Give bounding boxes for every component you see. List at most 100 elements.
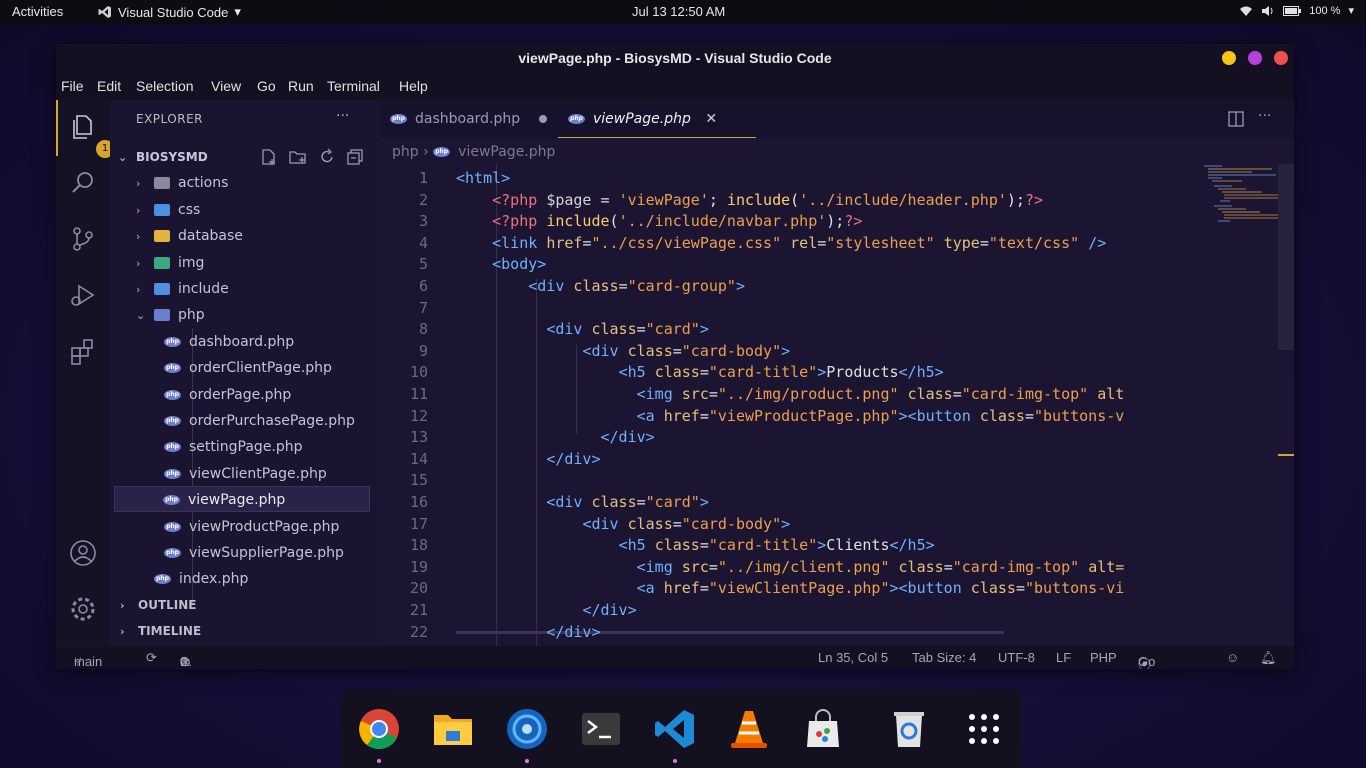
folder-css[interactable]: › css [136,197,200,223]
folder-img[interactable]: › img [136,250,204,276]
tab-viewpage[interactable]: php viewPage.php ✕ [558,100,756,138]
chrome-icon[interactable] [357,707,401,751]
maximize-button[interactable] [1248,51,1262,65]
app-name: Visual Studio Code [118,4,229,20]
vertical-scrollbar[interactable] [1278,164,1294,350]
folder-php[interactable]: ⌄ php [136,302,205,328]
chevron-right-icon: › [120,625,125,638]
line-number: 11 [409,385,428,403]
new-folder-icon[interactable] [288,148,308,166]
new-file-icon[interactable] [260,148,278,166]
menu-view[interactable]: View [211,78,241,94]
file-orderclientpage[interactable]: php orderClientPage.php [164,355,332,381]
trash-icon[interactable] [887,707,931,751]
php-file-icon: php [163,495,180,505]
account-icon[interactable] [68,538,98,568]
title-bar: viewPage.php - BiosysMD - Visual Studio … [56,44,1294,72]
feedback-icon[interactable]: ☺ [1226,650,1239,665]
include-folder-icon [154,283,170,295]
menu-edit[interactable]: Edit [97,78,121,94]
php-file-icon: php [433,147,451,157]
editor-more-icon[interactable]: ··· [1258,108,1271,124]
run-debug-icon[interactable] [68,280,98,310]
language-mode[interactable]: PHP [1090,650,1117,665]
file-viewpage-selected[interactable]: php viewPage.php [114,486,370,512]
chevron-right-icon: › [136,257,141,270]
menu-run[interactable]: Run [288,78,314,94]
file-viewproductpage[interactable]: php viewProductPage.php [164,514,339,540]
css-folder-icon [154,204,170,216]
folder-include[interactable]: › include [136,276,229,302]
end-of-line[interactable]: LF [1056,650,1071,665]
refresh-icon[interactable] [318,148,336,166]
collapse-all-icon[interactable] [346,148,364,166]
file-index[interactable]: php index.php [154,566,248,592]
explorer-icon[interactable]: 1 [68,112,114,158]
folder-label: include [178,281,229,297]
system-tray[interactable]: 100 % ▾ [1239,4,1354,17]
folder-database[interactable]: › database [136,223,243,249]
manage-gear-icon[interactable] [68,594,98,624]
php-file-icon: php [154,574,171,584]
chevron-right-icon: › [120,599,125,612]
branch-label: main [74,654,103,669]
activities-button[interactable]: Activities [12,4,63,19]
unsaved-dot-icon[interactable] [538,115,547,123]
line-number: 3 [418,212,428,230]
code-line: <h5 class="card-title">Clients</h5> [618,536,935,554]
notifications-bell-icon[interactable]: 🔔︎ [1260,650,1277,666]
line-number: 14 [409,450,428,468]
app-menu[interactable]: Visual Studio Code ▾ [98,4,241,20]
chevron-right-icon: › [136,230,141,243]
source-control-icon[interactable] [68,224,98,254]
terminal-icon[interactable] [579,707,623,751]
file-label: orderPurchasePage.php [189,413,355,429]
sync-icon[interactable]: ⟳ [146,650,157,666]
menu-selection[interactable]: Selection [136,78,194,94]
tab-dashboard[interactable]: php dashboard.php [380,100,557,138]
file-settingpage[interactable]: php settingPage.php [164,434,303,460]
minimap[interactable] [1202,164,1280,234]
breadcrumb-folder[interactable]: php [392,144,419,160]
encoding[interactable]: UTF-8 [998,650,1035,665]
explorer-actions [260,148,364,166]
timeline-section[interactable]: › TIMELINE [120,618,201,644]
vlc-icon[interactable] [727,707,771,751]
line-number: 22 [409,623,428,641]
settings-icon[interactable] [505,707,549,751]
extensions-icon[interactable] [68,336,98,366]
file-viewclientpage[interactable]: php viewClientPage.php [164,461,327,487]
minimize-button[interactable] [1222,51,1236,65]
file-orderpurchasepage[interactable]: php orderPurchasePage.php [164,408,355,434]
tab-size[interactable]: Tab Size: 4 [912,650,976,665]
menu-file[interactable]: File [61,78,84,94]
line-number: 13 [409,428,428,446]
cursor-position[interactable]: Ln 35, Col 5 [818,650,888,665]
search-icon[interactable] [68,168,98,198]
code-line: <a href="viewProductPage.php"><button cl… [636,407,1125,425]
file-viewsupplierpage[interactable]: php viewSupplierPage.php [164,540,344,566]
outline-section[interactable]: › OUTLINE [120,592,196,618]
explorer-more-button[interactable]: ··· [336,108,349,124]
file-orderpage[interactable]: php orderPage.php [164,382,291,408]
active-indicator [56,100,58,156]
menu-go[interactable]: Go [257,78,276,94]
file-dashboard[interactable]: php dashboard.php [164,329,294,355]
breadcrumb-file[interactable]: viewPage.php [458,144,555,160]
app-grid-icon[interactable] [962,707,1006,751]
software-store-icon[interactable] [801,707,845,751]
code-editor[interactable]: 1 2 3 4 5 6 7 8 9 10 11 12 13 14 15 16 1… [380,164,1294,646]
line-number: 15 [409,471,428,489]
folder-actions[interactable]: › actions [136,170,228,196]
split-editor-icon[interactable] [1228,111,1244,127]
vscode-icon[interactable] [653,707,697,751]
clock[interactable]: Jul 13 12:50 AM [632,4,725,19]
close-tab-icon[interactable]: ✕ [705,111,717,127]
line-number: 16 [409,493,428,511]
menu-help[interactable]: Help [399,78,428,94]
close-button[interactable] [1274,51,1288,65]
php-folder-icon [154,309,170,321]
line-number: 20 [409,579,428,597]
menu-terminal[interactable]: Terminal [327,78,380,94]
files-icon[interactable] [431,707,475,751]
